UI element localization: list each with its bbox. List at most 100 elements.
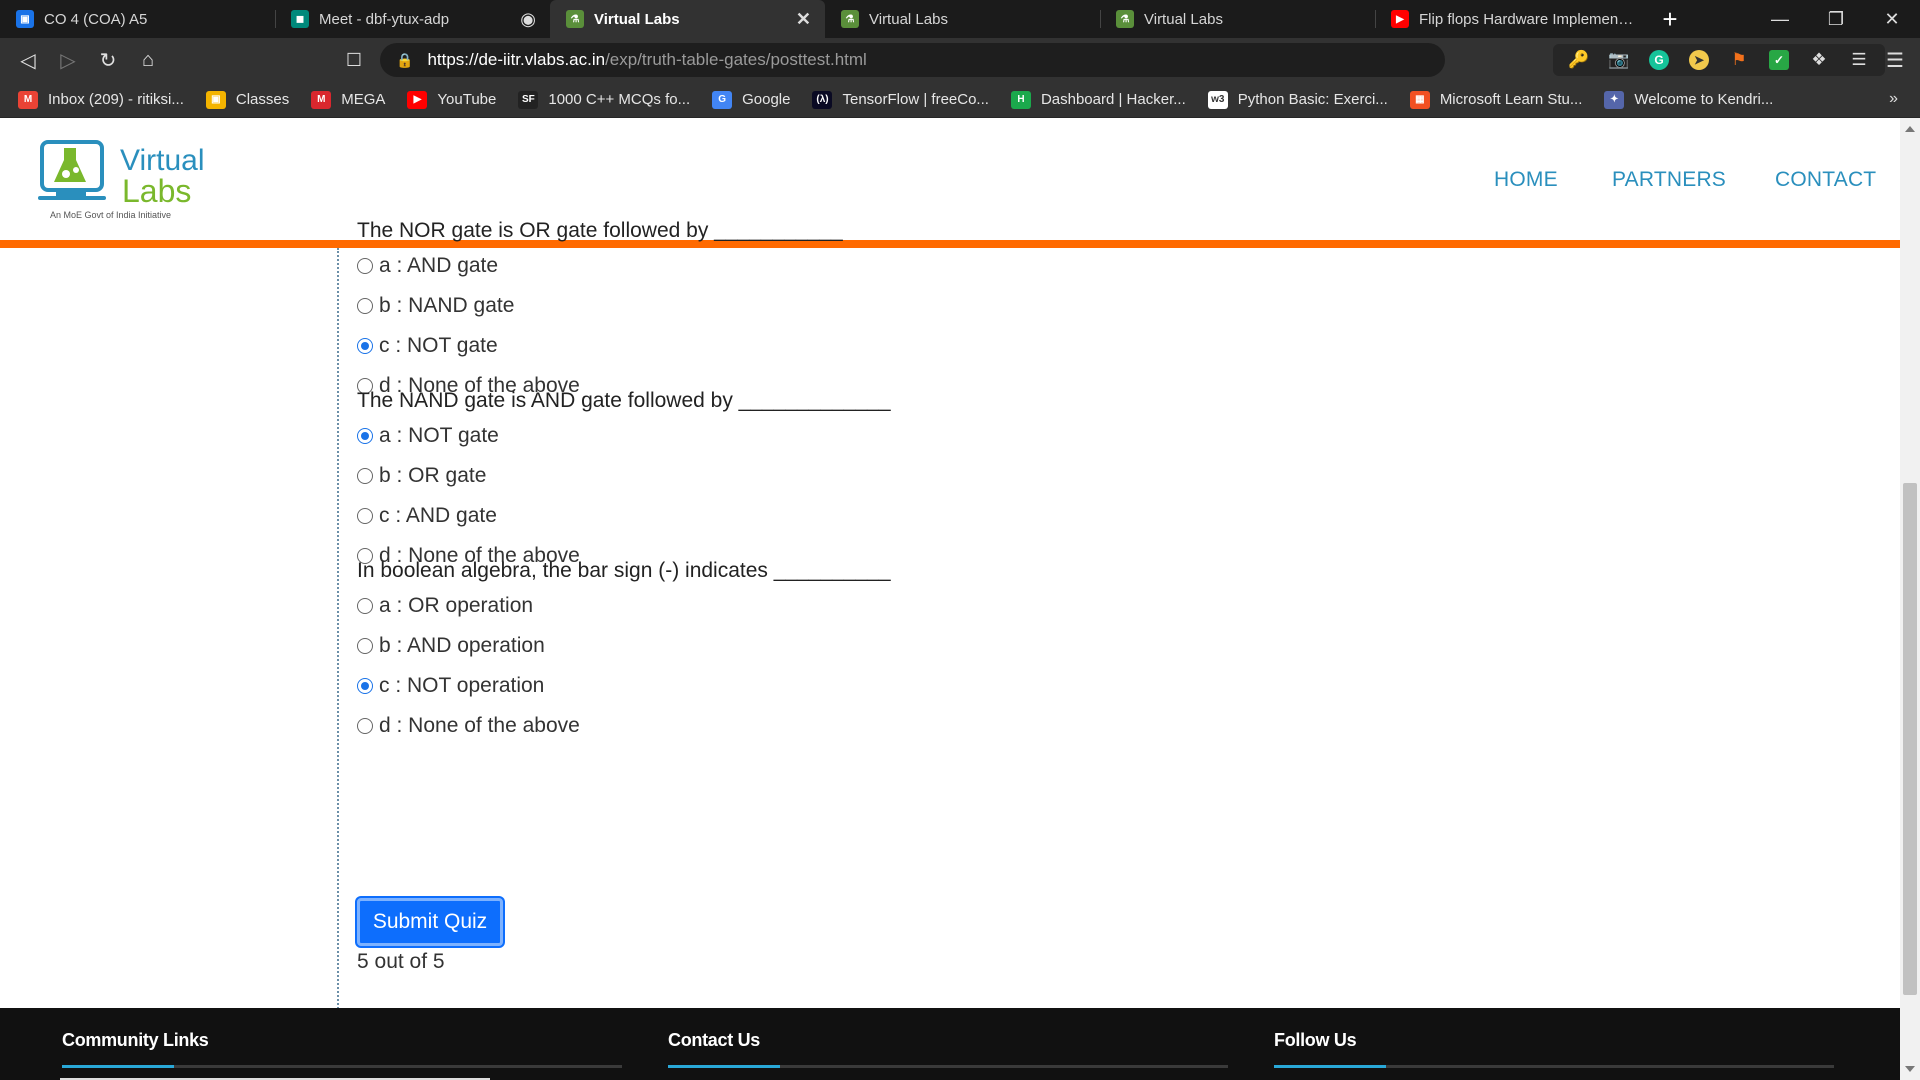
footer-community-rule — [62, 1065, 622, 1068]
browser-tab-strip: ▣ CO 4 (COA) A5 ◼ Meet - dbf-ytux-adp ◉ ⚗ Virt… — [0, 0, 1920, 38]
compass-extension-icon[interactable]: ➤ — [1679, 45, 1719, 75]
radio-button[interactable] — [357, 508, 373, 524]
bookmark-item[interactable]: ▶ YouTube — [407, 90, 497, 109]
forward-icon[interactable]: ▷ — [48, 42, 88, 78]
logo-tagline: An MoE Govt of India Initiative — [50, 210, 171, 220]
browser-tab[interactable]: ▶ Flip flops Hardware Implementation — [1375, 0, 1650, 38]
bookmark-label: Google — [742, 91, 791, 108]
submit-quiz-button[interactable]: Submit Quiz — [357, 898, 503, 946]
answer-option[interactable]: c : NOT gate — [357, 326, 1257, 366]
bookmark-item[interactable]: M MEGA — [311, 90, 385, 109]
page-scrollbar[interactable] — [1900, 118, 1920, 1080]
address-bar[interactable]: 🔒 https://de-iitr.vlabs.ac.in/exp/truth-… — [380, 43, 1819, 77]
option-label: c : NOT operation — [379, 674, 545, 697]
answer-option[interactable]: b : NAND gate — [357, 286, 1257, 326]
bookmark-label: 1000 C++ MCQs fo... — [548, 91, 691, 108]
browser-tab[interactable]: ▣ CO 4 (COA) A5 — [0, 0, 275, 38]
microsoft-icon: ▦ — [1409, 90, 1430, 109]
browser-tab[interactable]: ⚗ Virtual Labs — [825, 0, 1100, 38]
nav-partners-link[interactable]: PARTNERS — [1612, 168, 1726, 192]
answer-option[interactable]: b : OR gate — [357, 456, 1257, 496]
answer-option[interactable]: d : None of the above — [357, 706, 1257, 746]
browser-tab[interactable]: ⚗ Virtual Labs — [1100, 0, 1375, 38]
bookmark-item[interactable]: SF 1000 C++ MCQs fo... — [518, 90, 691, 109]
tab-title: CO 4 (COA) A5 — [44, 10, 148, 28]
browser-toolbar: ◁ ▷ ↻ ⌂ ☐ 🔒 https://de-iitr.vlabs.ac.in/… — [0, 38, 1920, 82]
bookmark-label: Classes — [235, 91, 290, 108]
option-label: c : AND gate — [379, 504, 497, 527]
grammarly-icon[interactable]: G — [1639, 45, 1679, 75]
option-label: a : OR operation — [379, 594, 534, 617]
new-tab-button[interactable]: + — [1650, 0, 1690, 38]
radio-button[interactable] — [357, 678, 373, 694]
answer-option[interactable]: a : OR operation — [357, 586, 1257, 626]
bookmark-page-icon[interactable]: ☐ — [340, 42, 368, 78]
restore-icon[interactable]: ❐ — [1808, 0, 1864, 38]
mega-icon: M — [311, 90, 332, 109]
bookmark-item[interactable]: (λ) TensorFlow | freeCo... — [812, 90, 989, 109]
quiz-question: The NOR gate is OR gate followed by ____… — [357, 216, 1257, 406]
answer-option[interactable]: c : AND gate — [357, 496, 1257, 536]
option-label: b : AND operation — [379, 634, 545, 657]
radio-button[interactable] — [357, 338, 373, 354]
bookmark-item[interactable]: ▣ Classes — [205, 90, 290, 109]
tab-extension-icon[interactable]: ⚑ — [1719, 45, 1759, 75]
virtual-labs-icon: ⚗ — [1116, 10, 1134, 28]
radio-button[interactable] — [357, 638, 373, 654]
scroll-up-icon[interactable] — [1905, 126, 1915, 132]
youtube-icon: ▶ — [1391, 10, 1409, 28]
radio-button[interactable] — [357, 428, 373, 444]
tab-title: Virtual Labs — [594, 10, 680, 28]
home-icon[interactable]: ⌂ — [128, 42, 168, 78]
browser-menu-icon[interactable]: ☰ — [1875, 42, 1915, 78]
bookmark-item[interactable]: M Inbox (209) - ritiksi... — [18, 90, 184, 109]
more-bookmarks-icon[interactable]: » — [1889, 90, 1898, 108]
bookmark-label: YouTube — [437, 91, 497, 108]
quiz-question: The NAND gate is AND gate followed by __… — [357, 386, 1257, 576]
minimize-icon[interactable]: — — [1752, 0, 1808, 38]
reload-icon[interactable]: ↻ — [88, 42, 128, 78]
gmail-icon: M — [18, 90, 38, 109]
bookmark-item[interactable]: w3 Python Basic: Exerci... — [1207, 90, 1388, 109]
answer-option[interactable]: c : NOT operation — [357, 666, 1257, 706]
scroll-down-icon[interactable] — [1905, 1066, 1915, 1072]
w3resource-icon: w3 — [1207, 90, 1228, 109]
camera-extension-icon[interactable]: 📷 — [1599, 45, 1639, 75]
sanfoundry-icon: SF — [518, 90, 539, 109]
browser-tab[interactable]: ⚗ Virtual Labs ✕ — [550, 0, 825, 38]
answer-option[interactable]: a : NOT gate — [357, 416, 1257, 456]
answer-option[interactable]: b : AND operation — [357, 626, 1257, 666]
playlist-icon[interactable]: ☰ — [1839, 45, 1879, 75]
close-tab-icon[interactable]: ✕ — [796, 9, 811, 30]
checkmark-extension-icon[interactable]: ✓ — [1759, 45, 1799, 75]
option-label: a : AND gate — [379, 254, 499, 277]
option-label: b : NAND gate — [379, 294, 515, 317]
puzzle-extensions-icon[interactable]: ❖ — [1799, 45, 1839, 75]
key-extension-icon[interactable]: 🔑 — [1559, 45, 1599, 75]
virtual-labs-logo[interactable]: Virtual Labs An MoE Govt of India Initia… — [38, 132, 218, 224]
hackerrank-icon: H — [1010, 90, 1031, 109]
radio-button[interactable] — [357, 258, 373, 274]
close-window-icon[interactable]: ✕ — [1864, 0, 1920, 38]
bookmark-item[interactable]: G Google — [712, 90, 791, 109]
nav-contact-link[interactable]: CONTACT — [1775, 168, 1876, 192]
radio-button[interactable] — [357, 468, 373, 484]
radio-button[interactable] — [357, 718, 373, 734]
recording-indicator-icon: ◉ — [520, 8, 536, 29]
browser-tab[interactable]: ◼ Meet - dbf-ytux-adp ◉ — [275, 0, 550, 38]
scrollbar-thumb[interactable] — [1903, 483, 1917, 995]
answer-option[interactable]: a : AND gate — [357, 246, 1257, 286]
classroom-icon: ▣ — [205, 90, 226, 109]
radio-button[interactable] — [357, 298, 373, 314]
back-icon[interactable]: ◁ — [8, 42, 48, 78]
nav-home-link[interactable]: HOME — [1494, 168, 1558, 192]
bookmark-label: TensorFlow | freeCo... — [842, 91, 989, 108]
virtual-labs-icon: ⚗ — [841, 10, 859, 28]
bookmark-item[interactable]: ▦ Microsoft Learn Stu... — [1409, 90, 1582, 109]
bookmark-label: Python Basic: Exerci... — [1237, 91, 1388, 108]
option-label: c : NOT gate — [379, 334, 498, 357]
radio-button[interactable] — [357, 598, 373, 614]
bookmark-item[interactable]: H Dashboard | Hacker... — [1010, 90, 1186, 109]
tab-title: Meet - dbf-ytux-adp — [319, 10, 450, 28]
bookmark-item[interactable]: ✦ Welcome to Kendri... — [1604, 90, 1773, 109]
